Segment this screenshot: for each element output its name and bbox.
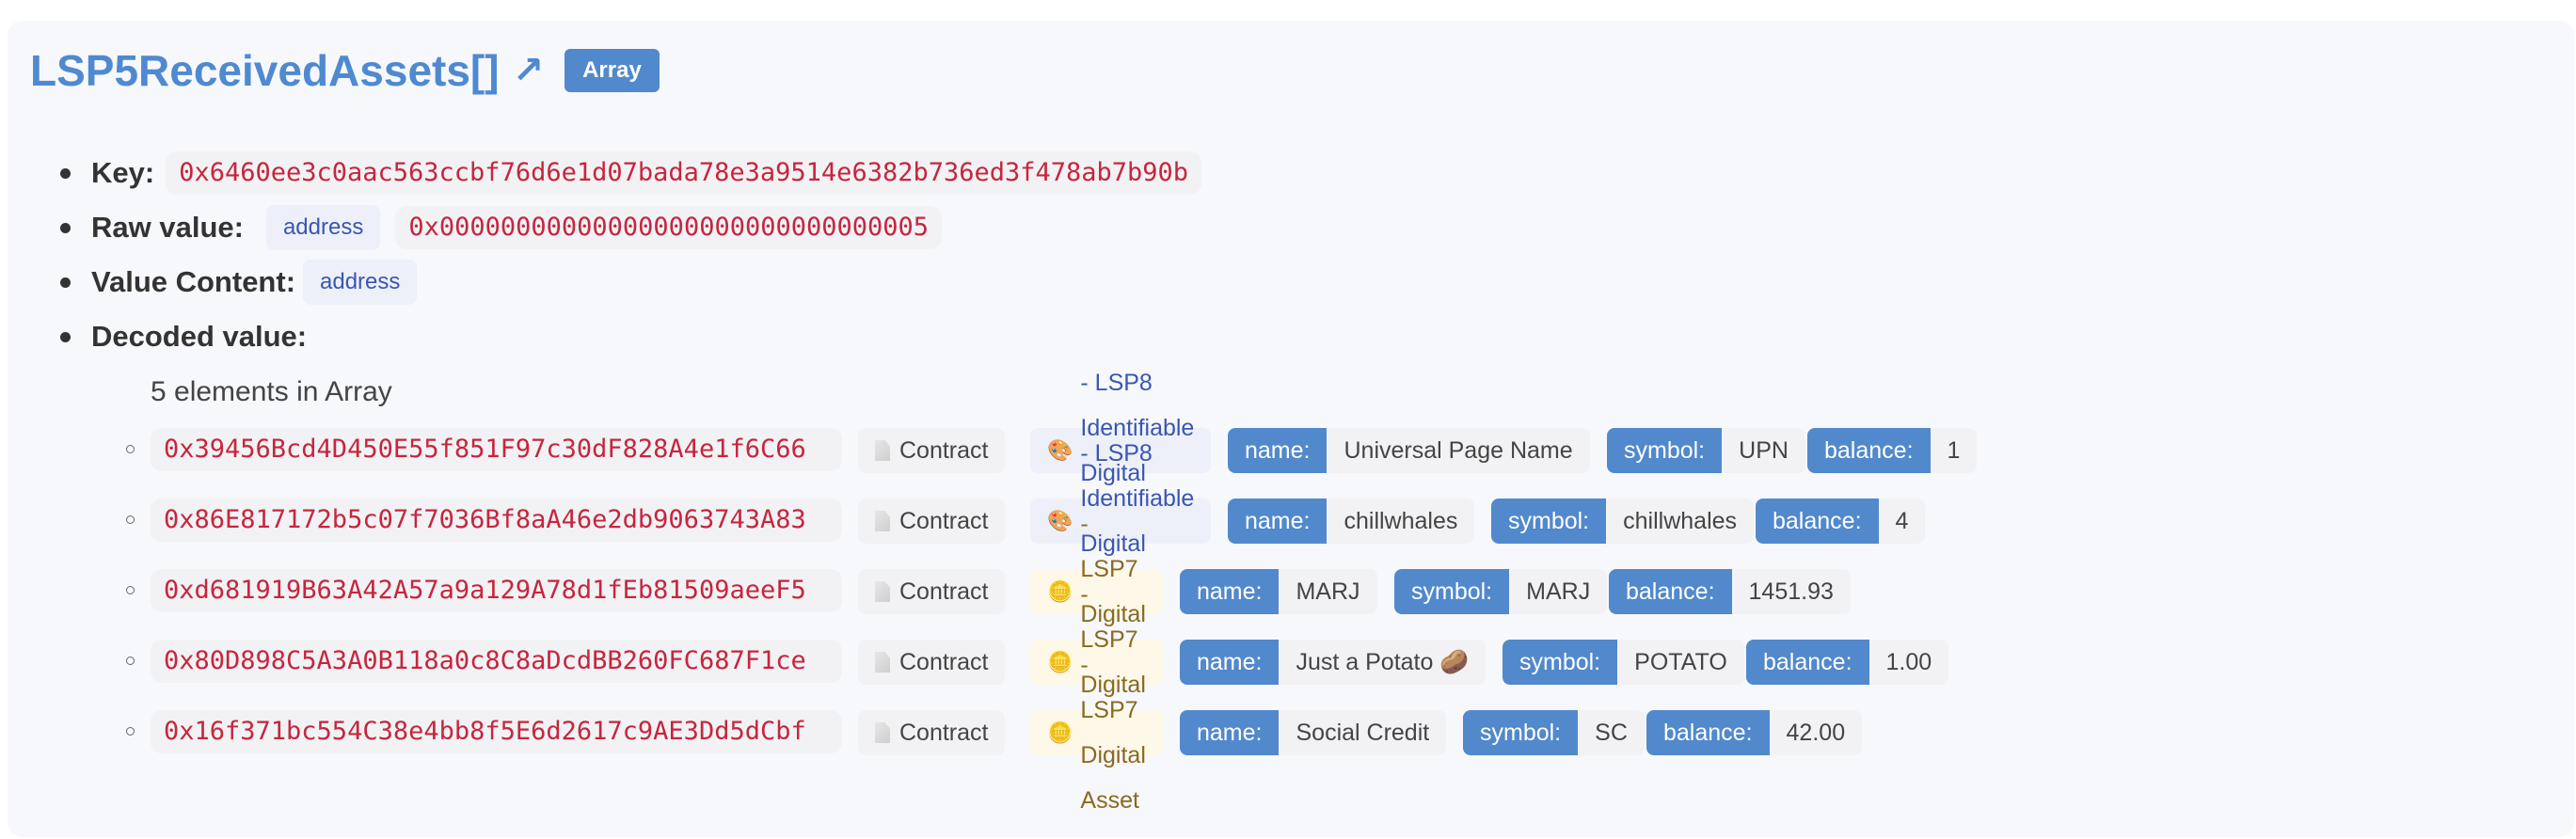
raw-value-label: Raw value: <box>91 211 244 244</box>
name-key: name: <box>1228 499 1328 544</box>
name-value: chillwhales <box>1327 499 1475 544</box>
contract-tag: Contract <box>858 499 1006 544</box>
raw-value-property: Raw value: address 0x0000000000000000000… <box>60 203 1201 252</box>
symbol-tag: symbol: chillwhales <box>1491 499 1755 544</box>
circle-bullet-icon <box>126 586 135 594</box>
balance-value: 1 <box>1930 428 1978 473</box>
contract-tag: Contract <box>858 640 1006 685</box>
name-key: name: <box>1228 428 1328 473</box>
type-badge: Array <box>564 49 660 92</box>
bullet-icon <box>60 332 71 342</box>
contract-tag: Contract <box>858 569 1006 614</box>
standard-icon: 🪙 <box>1047 650 1073 673</box>
circle-bullet-icon <box>126 515 135 524</box>
contract-label: Contract <box>899 720 989 746</box>
value-content-type-tag: address <box>303 260 418 305</box>
standard-icon: 🪙 <box>1047 579 1073 603</box>
balance-value: 42.00 <box>1769 710 1863 755</box>
balance-tag: balance: 1 <box>1807 428 1978 473</box>
symbol-tag: symbol: UPN <box>1607 428 1805 473</box>
property-list: Key: 0x6460ee3c0aac563ccbf76d6e1d07bada7… <box>60 149 1202 367</box>
raw-value-type-tag: address <box>265 205 381 250</box>
balance-value: 1.00 <box>1868 640 1949 685</box>
contract-label: Contract <box>899 508 989 534</box>
page-title[interactable]: LSP5ReceivedAssets[] <box>30 45 500 96</box>
decoded-value-label: Decoded value: <box>91 320 308 353</box>
symbol-tag: symbol: POTATO <box>1503 640 1744 685</box>
balance-key: balance: <box>1756 499 1879 544</box>
balance-value: 1451.93 <box>1731 569 1851 614</box>
balance-key: balance: <box>1746 640 1869 685</box>
name-value: Social Credit <box>1279 710 1447 755</box>
bullet-icon <box>60 277 71 288</box>
circle-bullet-icon <box>126 727 135 736</box>
name-value: Universal Page Name <box>1327 428 1590 473</box>
key-label: Key: <box>91 156 155 189</box>
value-content-property: Value Content: address <box>60 258 1201 307</box>
symbol-value: SC <box>1578 710 1645 755</box>
contract-tag: Contract <box>858 710 1006 755</box>
symbol-key: symbol: <box>1607 428 1723 473</box>
document-icon <box>875 722 890 743</box>
balance-key: balance: <box>1807 428 1931 473</box>
document-icon <box>875 440 890 461</box>
value-content-label: Value Content: <box>91 265 296 298</box>
key-property: Key: 0x6460ee3c0aac563ccbf76d6e1d07bada7… <box>60 149 1202 198</box>
asset-address[interactable]: 0x80D898C5A3A0B118a0c8C8aDcdBB260FC687F1… <box>151 640 842 683</box>
external-link-icon[interactable]: ↗ <box>513 52 545 89</box>
balance-value: 4 <box>1878 499 1926 544</box>
document-icon <box>875 581 890 602</box>
asset-address[interactable]: 0x86E817172b5c07f7036Bf8aA46e2db9063743A… <box>151 499 842 542</box>
symbol-key: symbol: <box>1463 710 1579 755</box>
standard-label: - LSP7 Digital Asset <box>1080 652 1146 814</box>
symbol-key: symbol: <box>1491 499 1607 544</box>
circle-bullet-icon <box>126 657 135 665</box>
contract-label: Contract <box>899 578 989 605</box>
symbol-tag: symbol: MARJ <box>1394 569 1608 614</box>
name-key: name: <box>1180 640 1280 685</box>
name-tag: name: Just a Potato 🥔 <box>1180 640 1487 685</box>
key-value: 0x6460ee3c0aac563ccbf76d6e1d07bada78e3a9… <box>166 151 1202 195</box>
symbol-value: POTATO <box>1617 640 1744 685</box>
document-icon <box>875 511 890 531</box>
header: LSP5ReceivedAssets[] ↗ Array <box>30 40 660 102</box>
balance-tag: balance: 1451.93 <box>1609 569 1851 614</box>
contract-label: Contract <box>899 437 989 464</box>
balance-key: balance: <box>1646 710 1770 755</box>
symbol-value: UPN <box>1722 428 1805 473</box>
array-count: 5 elements in Array <box>151 376 392 407</box>
bullet-icon <box>60 168 71 179</box>
balance-tag: balance: 4 <box>1756 499 1926 544</box>
name-value: MARJ <box>1279 569 1377 614</box>
raw-value: 0x00000000000000000000000000000005 <box>395 206 943 249</box>
symbol-value: chillwhales <box>1606 499 1755 544</box>
symbol-tag: symbol: SC <box>1463 710 1645 755</box>
standard-icon: 🎨 <box>1047 509 1073 532</box>
standard-tag: 🪙 - LSP7 Digital Asset <box>1030 652 1163 814</box>
name-key: name: <box>1180 569 1280 614</box>
decoded-value-property: Decoded value: <box>60 312 1201 361</box>
symbol-key: symbol: <box>1394 569 1510 614</box>
symbol-key: symbol: <box>1503 640 1618 685</box>
symbol-value: MARJ <box>1509 569 1608 614</box>
balance-key: balance: <box>1609 569 1732 614</box>
name-tag: name: Universal Page Name <box>1228 428 1590 473</box>
balance-tag: balance: 1.00 <box>1746 640 1949 685</box>
name-key: name: <box>1180 710 1280 755</box>
bullet-icon <box>60 223 71 233</box>
name-tag: name: Social Credit <box>1180 710 1447 755</box>
asset-address[interactable]: 0x39456Bcd4D450E55f851F97c30dF828A4e1f6C… <box>151 428 842 471</box>
document-icon <box>875 652 890 673</box>
name-value: Just a Potato 🥔 <box>1279 640 1487 685</box>
contract-tag: Contract <box>858 428 1006 473</box>
asset-address[interactable]: 0x16f371bc554C38e4bb8f5E6d2617c9AE3Dd5dC… <box>151 710 842 753</box>
balance-tag: balance: 42.00 <box>1646 710 1863 755</box>
standard-icon: 🪙 <box>1047 720 1073 744</box>
circle-bullet-icon <box>126 445 135 453</box>
contract-label: Contract <box>899 649 989 675</box>
standard-icon: 🎨 <box>1047 438 1073 462</box>
asset-address[interactable]: 0xd681919B63A42A57a9a129A78d1fEb81509aee… <box>151 569 842 612</box>
name-tag: name: chillwhales <box>1228 499 1475 544</box>
name-tag: name: MARJ <box>1180 569 1377 614</box>
